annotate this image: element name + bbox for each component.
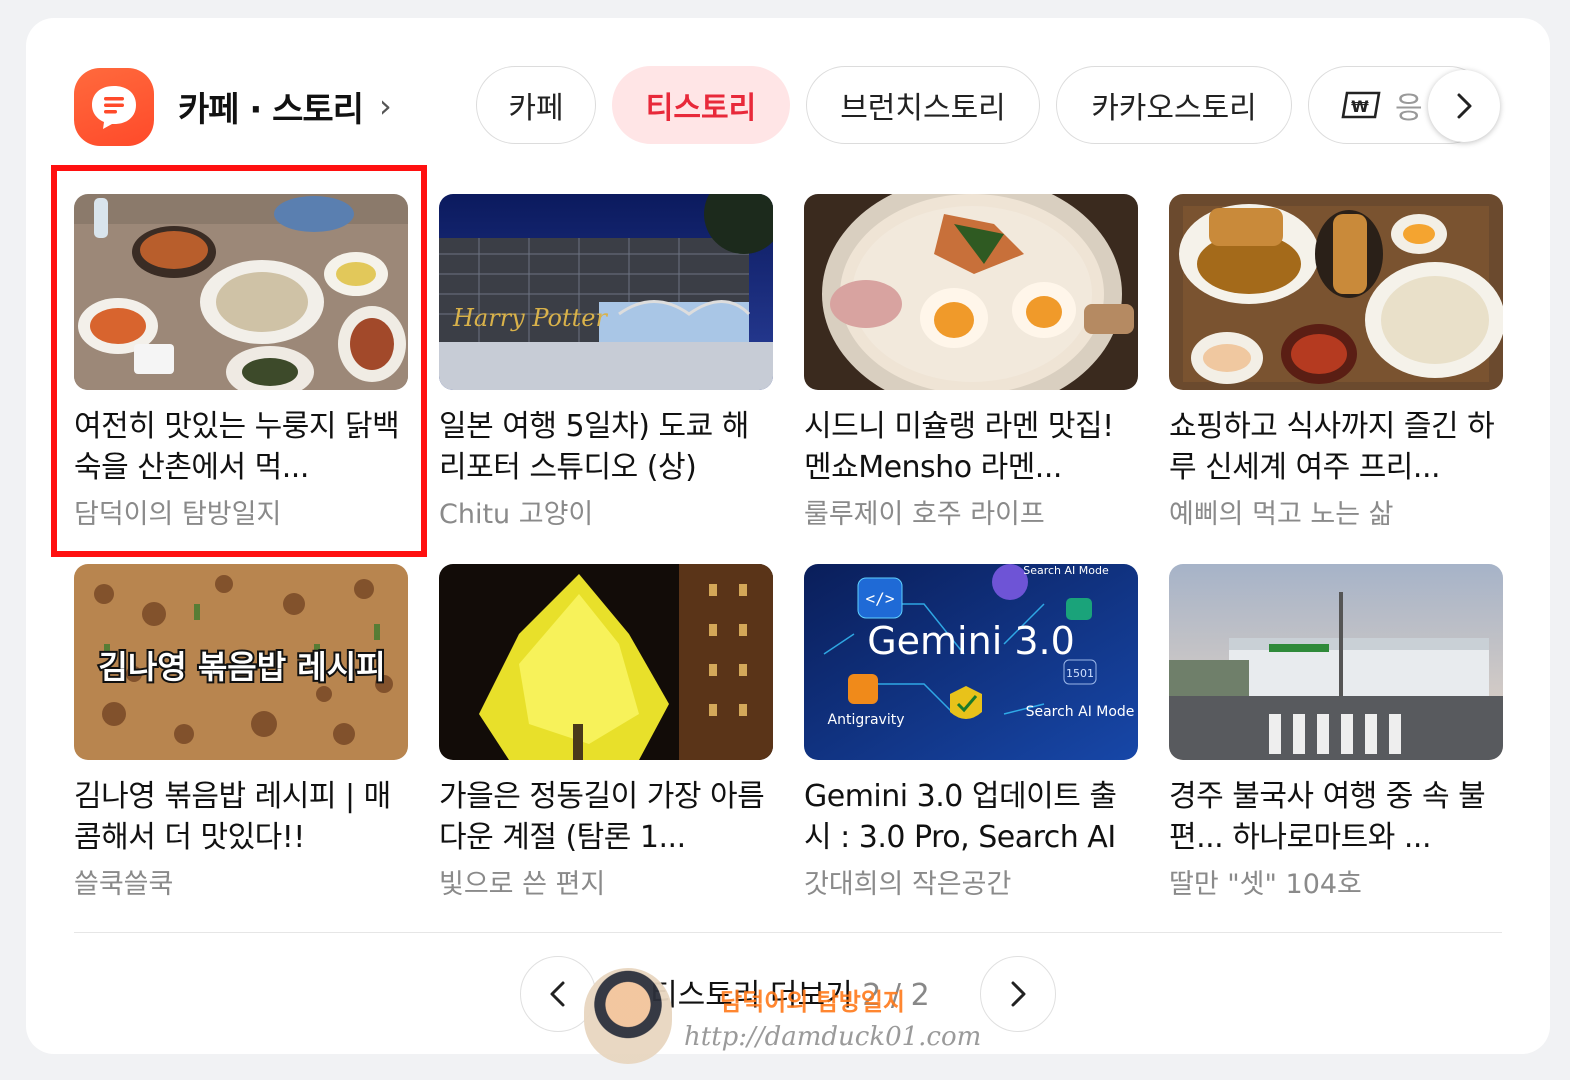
category-tabs: 카페 티스토리 브런치스토리 카카오스토리 ₩ 응	[476, 66, 1506, 146]
chevron-right-icon: ›	[379, 87, 392, 125]
speech-bubble-icon[interactable]	[74, 68, 154, 146]
post-card[interactable]: Harry Potter 일본 여행 5일차) 도쿄 해리포터 스튜디오 (상)…	[439, 194, 773, 531]
post-thumbnail[interactable]: 김나영 볶음밥 레시피	[74, 564, 408, 760]
post-title[interactable]: 가을은 정동길이 가장 아름다운 계절 (탐론 1...	[439, 776, 773, 858]
post-thumbnail[interactable]	[74, 194, 408, 390]
post-title[interactable]: 쇼핑하고 식사까지 즐긴 하루 신세계 여주 프리...	[1169, 406, 1503, 488]
post-thumbnail[interactable]	[804, 194, 1138, 390]
post-card[interactable]: 시드니 미슐랭 라멘 맛집! 멘쇼Mensho 라멘... 룰루제이 호주 라이…	[804, 194, 1138, 531]
thumb-label: 1501	[1066, 667, 1094, 680]
post-card[interactable]: 김나영 볶음밥 레시피 김나영 볶음밥 레시피 | 매콤해서 더 맛있다!! 쓸…	[74, 564, 408, 901]
post-thumbnail[interactable]: </> Search AI Mode Gemini 3.0 Antigravit…	[804, 564, 1138, 760]
tab-tistory[interactable]: 티스토리	[612, 66, 790, 144]
tab-label: 응	[1395, 91, 1423, 126]
post-thumbnail[interactable]	[1169, 564, 1503, 760]
post-author[interactable]: 쓸쿡쓸쿡	[74, 862, 408, 901]
watermark-url: http://damduck01.com	[684, 1022, 982, 1052]
tab-brunchstory[interactable]: 브런치스토리	[806, 66, 1040, 144]
post-author[interactable]: 룰루제이 호주 라이프	[804, 492, 1138, 531]
post-card[interactable]: 경주 불국사 여행 중 속 불편... 하나로마트와 ... 딸만 "셋" 10…	[1169, 564, 1503, 901]
thumb-label: Search AI Mode	[1026, 704, 1135, 720]
tab-label: 카카오스토리	[1091, 91, 1257, 126]
section-title: 카페 · 스토리	[178, 89, 364, 130]
post-author[interactable]: 빛으로 쓴 편지	[439, 862, 773, 901]
thumb-label: Antigravity	[828, 712, 905, 728]
avatar	[584, 968, 672, 1064]
post-card[interactable]: 가을은 정동길이 가장 아름다운 계절 (탐론 1... 빛으로 쓴 편지	[439, 564, 773, 901]
tab-label: 티스토리	[645, 91, 757, 126]
post-author[interactable]: 갓대희의 작은공간	[804, 862, 1138, 901]
post-thumbnail[interactable]	[1169, 194, 1503, 390]
tab-kakaostory[interactable]: 카카오스토리	[1056, 66, 1292, 144]
post-title[interactable]: 일본 여행 5일차) 도쿄 해리포터 스튜디오 (상)	[439, 406, 773, 488]
post-author[interactable]: 담덕이의 탐방일지	[74, 492, 408, 531]
tab-cafe[interactable]: 카페	[476, 66, 596, 144]
post-title[interactable]: 경주 불국사 여행 중 속 불편... 하나로마트와 ...	[1169, 776, 1503, 858]
post-author[interactable]: Chitu 고양이	[439, 492, 773, 531]
tab-label: 카페	[508, 91, 564, 126]
post-card[interactable]: </> Search AI Mode Gemini 3.0 Antigravit…	[804, 564, 1138, 901]
post-author[interactable]: 딸만 "셋" 104호	[1169, 862, 1503, 901]
thumbnail-caption: 김나영 볶음밥 레시피	[98, 648, 385, 686]
post-thumbnail[interactable]: Harry Potter	[439, 194, 773, 390]
tabs-next-button[interactable]	[1428, 70, 1500, 142]
post-author[interactable]: 예삐의 먹고 노는 삶	[1169, 492, 1503, 531]
won-coupon-icon: ₩	[1341, 87, 1383, 123]
post-title[interactable]: 여전히 맛있는 누룽지 닭백숙을 산촌에서 먹...	[74, 406, 408, 488]
chevron-right-icon	[1011, 981, 1026, 1007]
divider	[74, 932, 1502, 933]
thumb-label: Search AI Mode	[1023, 564, 1109, 577]
post-title[interactable]: Gemini 3.0 업데이트 출시 : 3.0 Pro, Search AI …	[804, 776, 1138, 858]
post-card[interactable]: 쇼핑하고 식사까지 즐긴 하루 신세계 여주 프리... 예삐의 먹고 노는 삶	[1169, 194, 1503, 531]
svg-text:₩: ₩	[1351, 97, 1369, 116]
post-title[interactable]: 시드니 미슐랭 라멘 맛집! 멘쇼Mensho 라멘...	[804, 406, 1138, 488]
tab-label: 브런치스토리	[840, 91, 1006, 126]
svg-text:Harry Potter: Harry Potter	[452, 304, 608, 332]
svg-text:</>: </>	[866, 589, 895, 608]
chevron-left-icon	[550, 981, 565, 1007]
chevron-right-icon	[1457, 93, 1472, 119]
watermark-name: 담덕이의 탐방일지	[720, 988, 905, 1016]
thumbnail-caption: Gemini 3.0	[867, 619, 1075, 663]
watermark: 담덕이의 탐방일지 http://damduck01.com	[584, 968, 1004, 1068]
post-thumbnail[interactable]	[439, 564, 773, 760]
post-title[interactable]: 김나영 볶음밥 레시피 | 매콤해서 더 맛있다!!	[74, 776, 408, 858]
section-title-link[interactable]: 카페 · 스토리 ›	[178, 82, 392, 130]
post-card[interactable]: 여전히 맛있는 누룽지 닭백숙을 산촌에서 먹... 담덕이의 탐방일지	[74, 194, 408, 531]
